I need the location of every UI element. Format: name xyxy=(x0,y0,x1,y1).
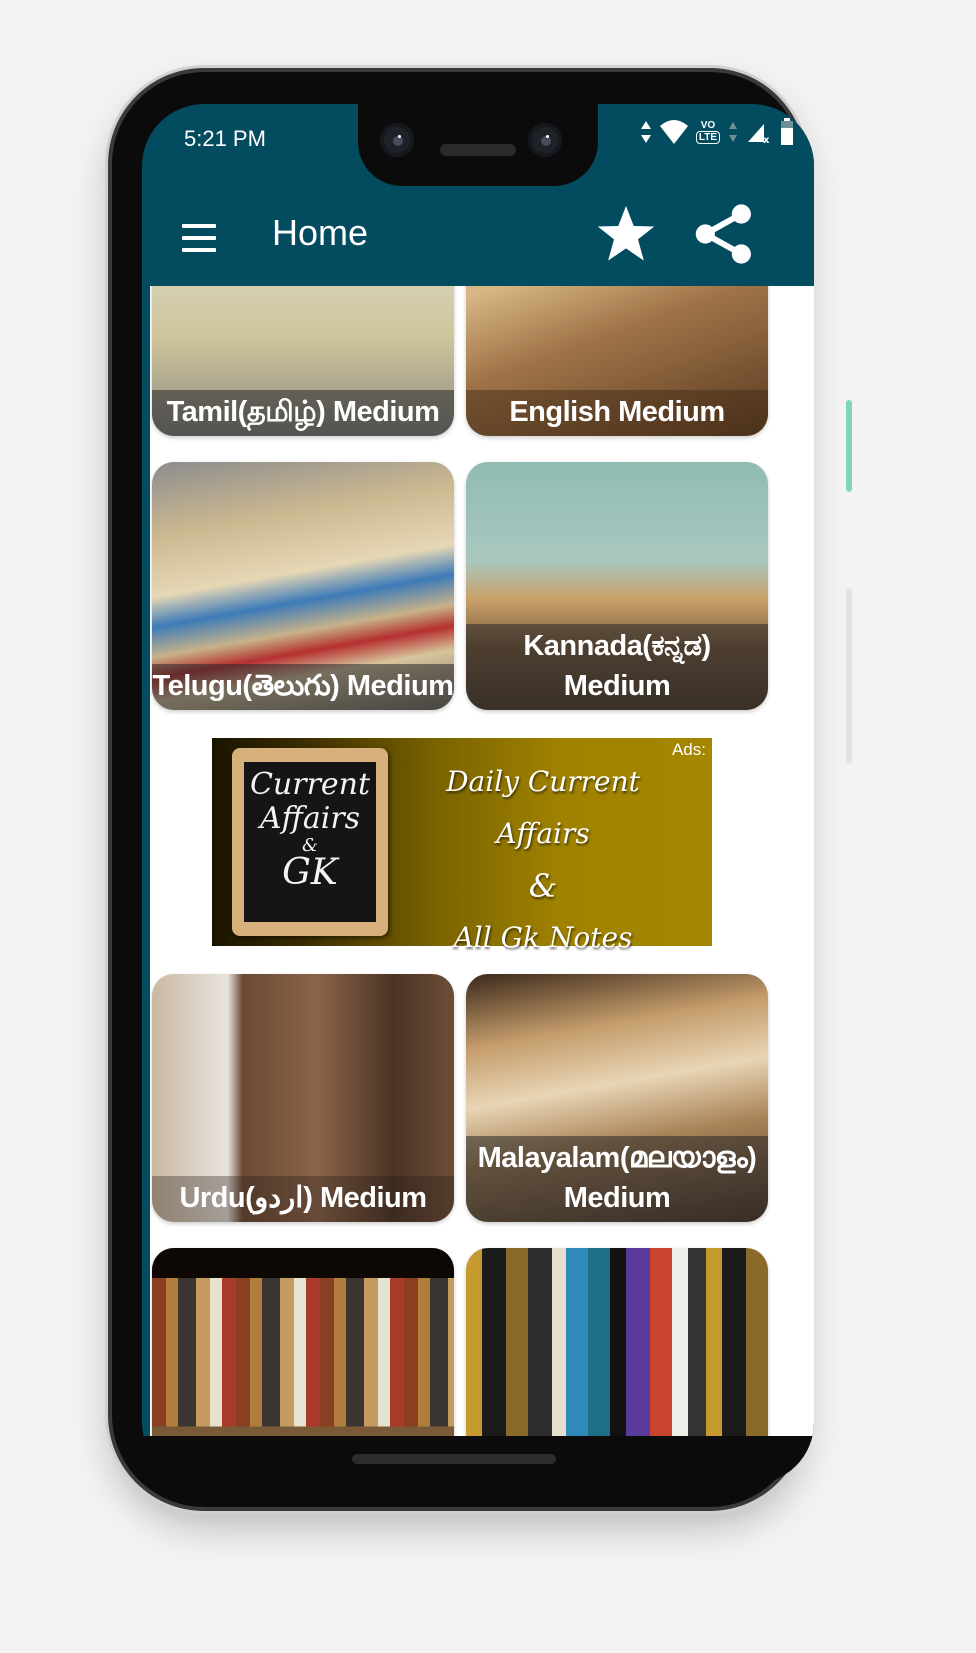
share-icon xyxy=(695,204,751,264)
volte-icon: VO LTE xyxy=(695,120,720,144)
card-bookshelf-1[interactable] xyxy=(152,1248,454,1436)
board-line: Current xyxy=(249,767,371,802)
display-notch xyxy=(358,104,598,186)
card-kannada-medium[interactable]: Kannada(ಕನ್ನಡ) Medium xyxy=(466,462,768,710)
star-icon xyxy=(597,206,655,261)
card-label: Urdu(اردو) Medium xyxy=(152,1176,454,1222)
front-camera-right xyxy=(528,123,562,157)
ad-headline-line: All Gk Notes xyxy=(453,921,633,954)
status-time: 5:21 PM xyxy=(184,126,266,151)
card-english-medium[interactable]: English Medium xyxy=(466,286,768,436)
card-label: Telugu(తెలుగు) Medium xyxy=(152,664,454,710)
bookshelf-image xyxy=(152,1248,454,1436)
card-telugu-medium[interactable]: Telugu(తెలుగు) Medium xyxy=(152,462,454,710)
earpiece-speaker xyxy=(440,144,516,156)
hamburger-menu-icon[interactable] xyxy=(182,224,216,254)
power-button xyxy=(846,400,852,492)
lte-label: LTE xyxy=(695,131,720,144)
medium-grid[interactable]: Tamil(தமிழ்) Medium English Medium Telug… xyxy=(150,286,814,1436)
ad-banner[interactable]: Ads: Current Affairs & GK Daily Current … xyxy=(212,738,712,954)
favorite-button[interactable] xyxy=(594,202,658,266)
page-title: Home xyxy=(272,212,369,253)
app-bar: Home xyxy=(142,186,814,286)
card-label: Tamil(தமிழ்) Medium xyxy=(152,390,454,436)
chalkboard-image: Current Affairs & GK xyxy=(232,748,388,936)
front-camera-left xyxy=(380,123,414,157)
card-label-text: Malayalam(മലയാളം) Medium xyxy=(477,1142,757,1214)
board-line: Affairs xyxy=(259,801,361,836)
status-icons: VO LTE x xyxy=(640,118,794,146)
signal-icon: x xyxy=(748,124,770,144)
card-label-text: Kannada(ಕನ್ನಡ) Medium xyxy=(523,630,711,702)
board-line: GK xyxy=(282,852,338,893)
card-label: English Medium xyxy=(466,390,768,436)
home-gesture-handle[interactable] xyxy=(352,1454,556,1464)
card-urdu-medium[interactable]: Urdu(اردو) Medium xyxy=(152,974,454,1222)
ad-headline-line: & xyxy=(528,867,558,905)
volte-label: VO xyxy=(700,120,716,131)
card-malayalam-medium[interactable]: Malayalam(മലയാളം) Medium xyxy=(466,974,768,1222)
content-area: Tamil(தமிழ்) Medium English Medium Telug… xyxy=(142,286,814,1436)
data-arrows-icon xyxy=(729,122,737,142)
ad-headline: Daily Current Affairs & All Gk Notes xyxy=(408,756,678,964)
wifi-icon xyxy=(659,120,688,144)
card-label: Kannada(ಕನ್ನಡ) Medium xyxy=(466,624,768,710)
book-spines-image xyxy=(466,1248,768,1436)
share-button[interactable] xyxy=(692,202,756,266)
svg-text:x: x xyxy=(763,135,770,144)
ad-headline-line: Daily Current Affairs xyxy=(446,765,640,850)
battery-icon xyxy=(781,118,793,145)
card-bookshelf-2[interactable] xyxy=(466,1248,768,1436)
card-label: Malayalam(മലയാളം) Medium xyxy=(466,1136,768,1222)
volume-button xyxy=(846,588,852,764)
chalkboard-text: Current Affairs & GK xyxy=(244,762,376,922)
phone-screen: 5:21 PM VO LTE x Home Tamil(தமிழ்) Mediu… xyxy=(142,104,814,1484)
data-arrows-icon xyxy=(640,121,651,143)
card-tamil-medium[interactable]: Tamil(தமிழ்) Medium xyxy=(152,286,454,436)
